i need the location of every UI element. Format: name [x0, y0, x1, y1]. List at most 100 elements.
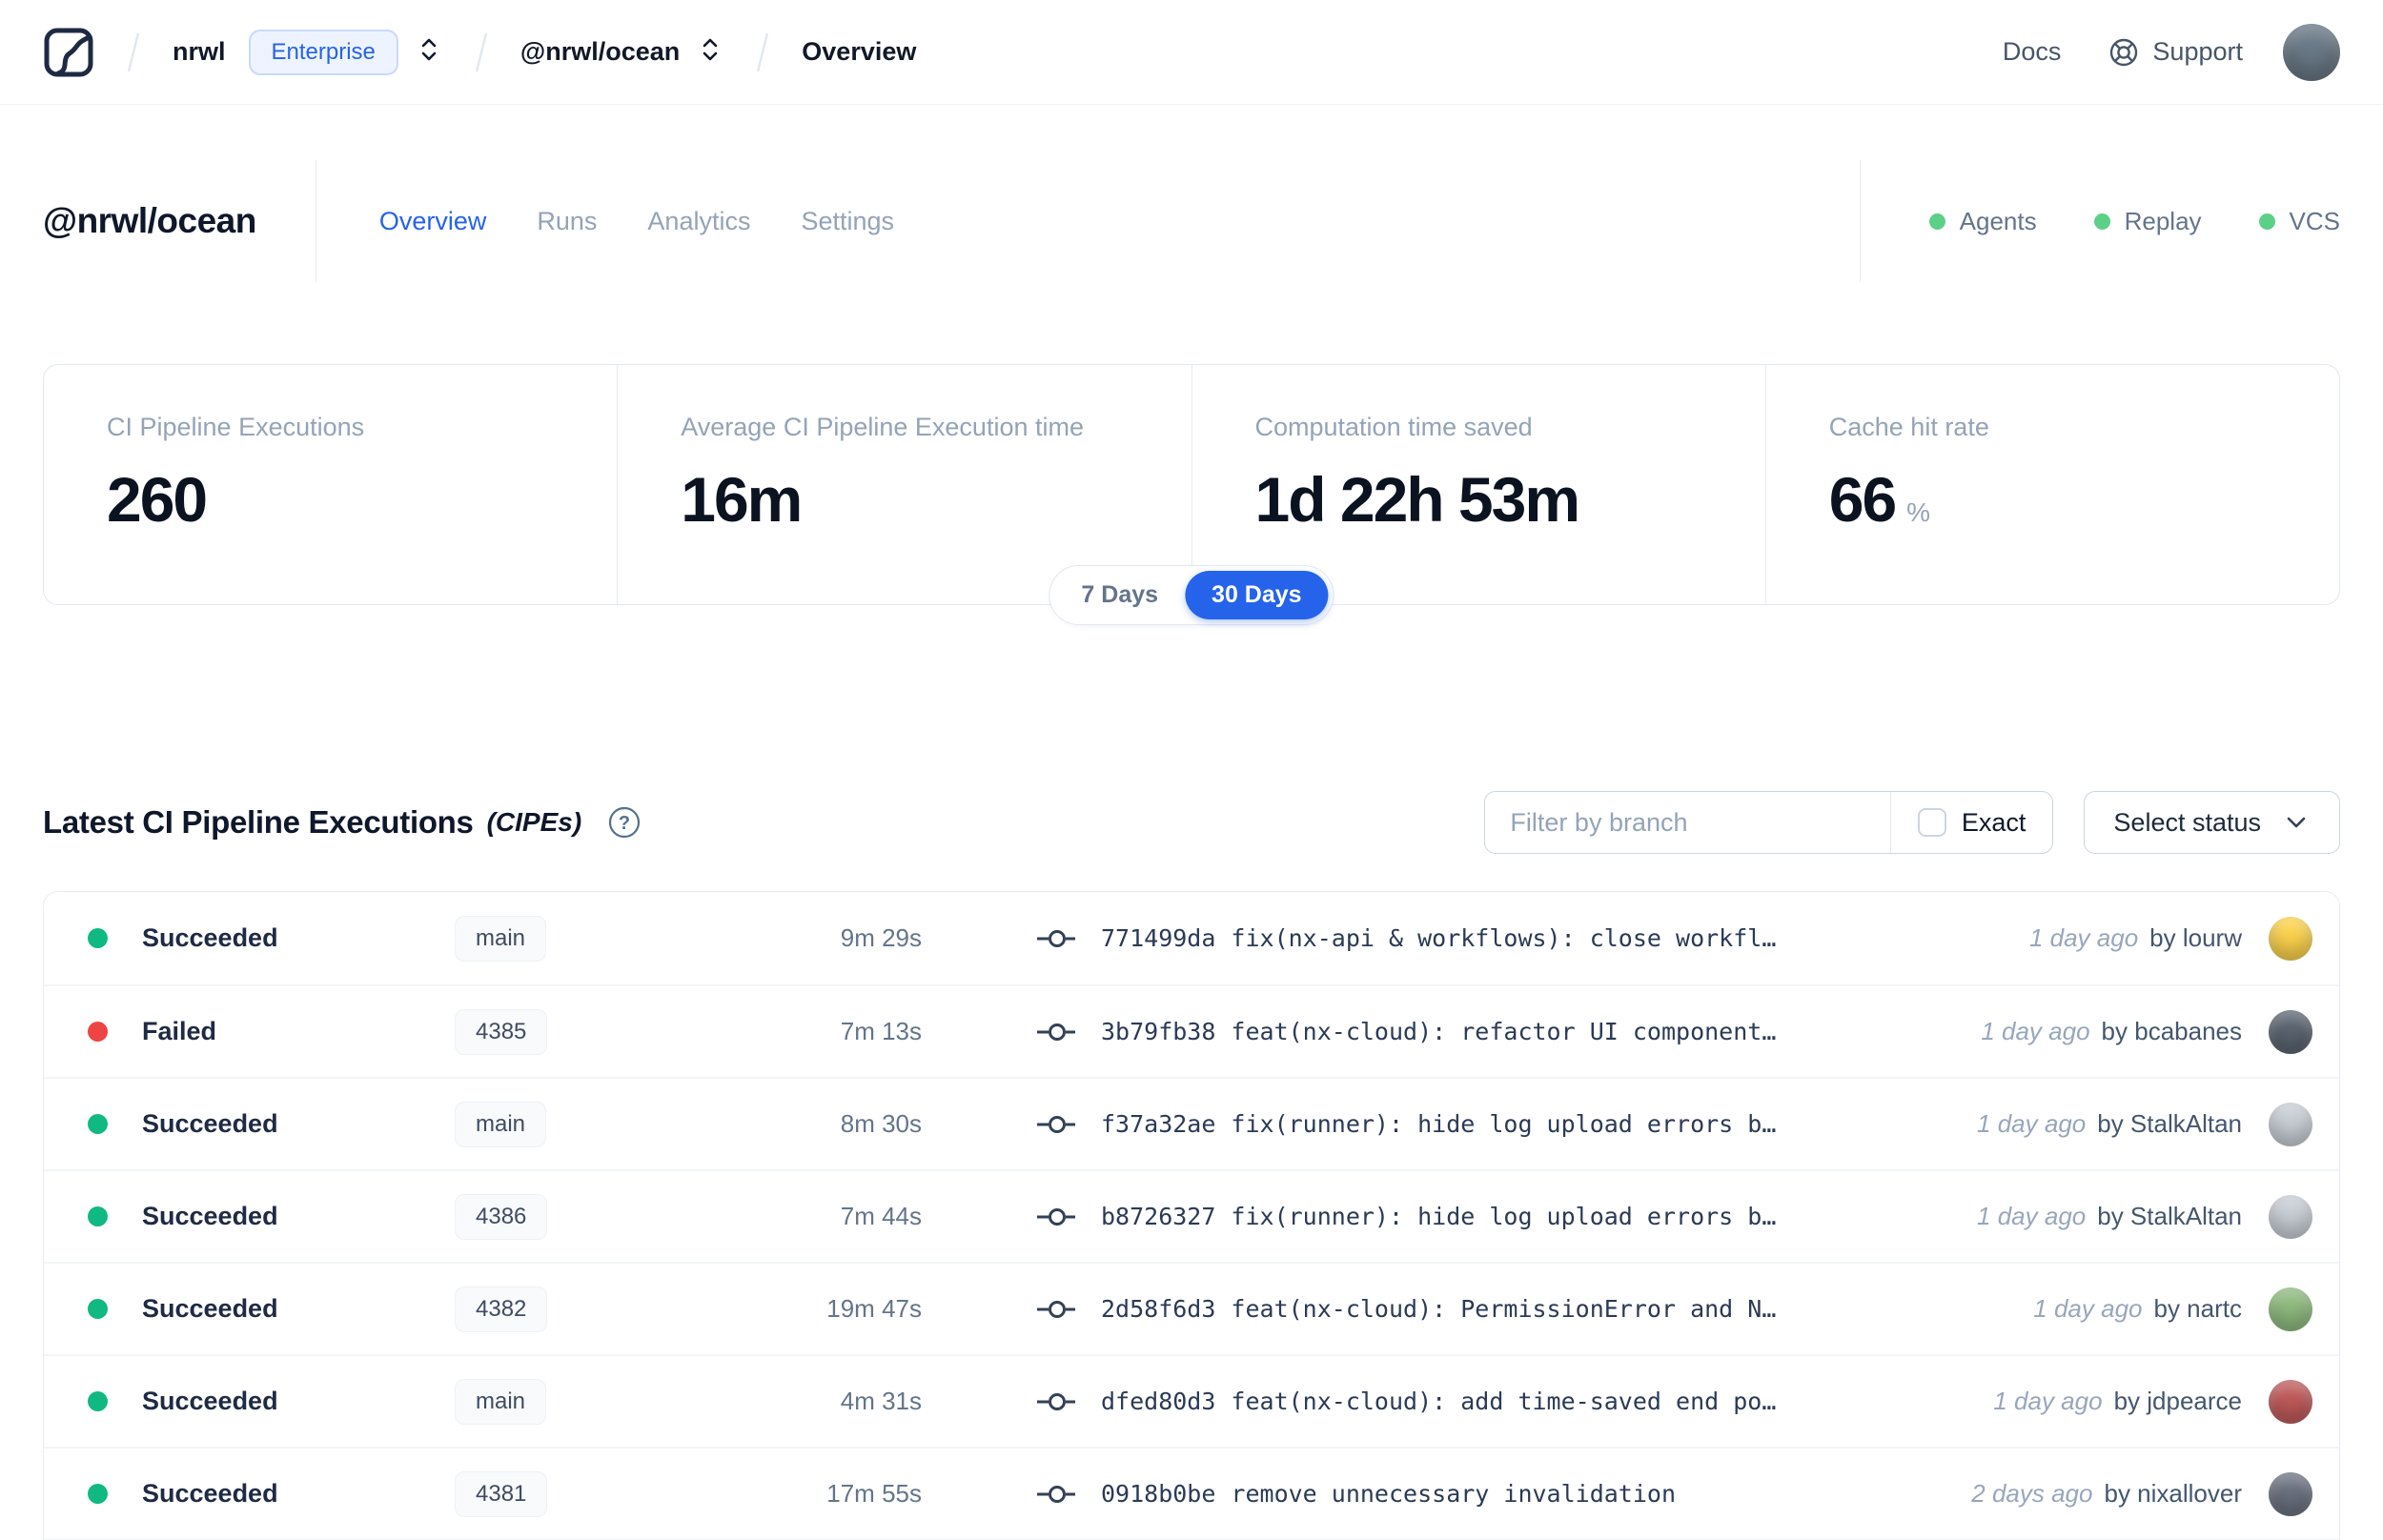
- enterprise-badge: Enterprise: [248, 29, 398, 75]
- support-link[interactable]: Support: [2107, 35, 2243, 70]
- period-30-days-button[interactable]: 30 Days: [1185, 571, 1329, 619]
- commit-text: 2d58f6d3 feat(nx-cloud): PermissionError …: [1101, 1295, 1776, 1323]
- main-content: @nrwl/ocean Overview Runs Analytics Sett…: [0, 160, 2383, 1540]
- org-switcher-chevrons-icon[interactable]: [416, 35, 442, 69]
- cipe-row[interactable]: Succeeded 4386 7m 44s b8726327 fix(runner…: [44, 1169, 2339, 1262]
- commit-time: 1 day ago: [1977, 1202, 2087, 1230]
- commit-author[interactable]: by StalkAltan: [2097, 1202, 2242, 1231]
- status-dot-icon: [88, 1484, 108, 1504]
- cipe-row[interactable]: Succeeded 4382 19m 47s 2d58f6d3 feat(nx-c…: [44, 1262, 2339, 1354]
- commit-hash: b8726327: [1101, 1203, 1216, 1230]
- user-avatar[interactable]: [2283, 23, 2340, 81]
- status-dot-icon: [88, 1391, 108, 1411]
- indicator-agents[interactable]: Agents: [1928, 207, 2037, 236]
- status-text: Succeeded: [142, 923, 278, 952]
- tab-overview[interactable]: Overview: [379, 207, 487, 236]
- cipe-row[interactable]: Succeeded main 4m 31s dfed80d3 feat(nx-cl…: [44, 1354, 2339, 1447]
- cipe-table: Succeeded main 9m 29s 771499da fix(nx-api…: [43, 891, 2340, 1540]
- status-text: Succeeded: [142, 1387, 278, 1415]
- cipe-section-title: Latest CI Pipeline Executions: [43, 804, 474, 840]
- status-indicators: Agents Replay VCS: [1928, 207, 2340, 236]
- branch-filter-input[interactable]: [1485, 792, 1890, 853]
- indicators-divider: [1859, 160, 1861, 282]
- exact-checkbox[interactable]: [1917, 808, 1946, 837]
- commit-hash: dfed80d3: [1101, 1388, 1216, 1415]
- status-cell: Succeeded: [88, 1202, 455, 1231]
- stat-label: Cache hit rate: [1828, 413, 1989, 441]
- commit-text: 3b79fb38 feat(nx-cloud): refactor UI comp…: [1101, 1018, 1776, 1045]
- status-cell: Succeeded: [88, 1479, 455, 1509]
- row-avatar[interactable]: [2269, 1379, 2312, 1424]
- commit-message: feat(nx-cloud): add time-saved end po…: [1231, 1388, 1777, 1415]
- tab-settings[interactable]: Settings: [801, 207, 894, 236]
- commit-text: 0918b0be remove unnecessary invalidation: [1101, 1480, 1676, 1508]
- stat-card-executions: CI Pipeline Executions 260: [44, 365, 617, 604]
- indicator-replay[interactable]: Replay: [2093, 207, 2202, 236]
- cipe-filters: Exact Select status: [1484, 791, 2340, 854]
- row-avatar[interactable]: [2269, 1471, 2312, 1516]
- row-avatar[interactable]: [2269, 916, 2312, 961]
- select-status-label: Select status: [2113, 807, 2261, 837]
- commit-author[interactable]: by nartc: [2154, 1294, 2243, 1324]
- indicator-vcs[interactable]: VCS: [2258, 207, 2340, 236]
- branch-badge: 4385: [455, 1008, 548, 1055]
- branch-cell: main: [455, 1378, 741, 1425]
- commit-author[interactable]: by nixallover: [2104, 1479, 2242, 1509]
- status-cell: Succeeded: [88, 923, 455, 953]
- branch-badge: main: [455, 915, 547, 962]
- navbar-actions: Docs Support: [2003, 23, 2340, 81]
- workspace-switcher-chevrons-icon[interactable]: [697, 35, 723, 69]
- meta-cell: 1 day ago by StalkAltan: [1977, 1194, 2312, 1239]
- commit-cell: 3b79fb38 feat(nx-cloud): refactor UI comp…: [922, 1018, 1943, 1045]
- cipe-row[interactable]: Failed 4385 7m 13s 3b79fb38 feat(nx-cloud…: [44, 984, 2339, 1077]
- row-avatar[interactable]: [2269, 1194, 2312, 1239]
- commit-text: dfed80d3 feat(nx-cloud): add time-saved e…: [1101, 1388, 1776, 1415]
- commit-cell: dfed80d3 feat(nx-cloud): add time-saved e…: [922, 1388, 1955, 1415]
- cipe-row[interactable]: Succeeded 4381 17m 55s 0918b0be remove un…: [44, 1447, 2339, 1539]
- commit-time: 1 day ago: [2033, 1294, 2143, 1323]
- commit-author[interactable]: by bcabanes: [2102, 1017, 2242, 1046]
- stat-unit: %: [1906, 497, 1931, 527]
- meta-cell: 1 day ago by lourw: [2028, 916, 2312, 961]
- select-status-dropdown[interactable]: Select status: [2084, 791, 2340, 854]
- branch-badge: main: [455, 1378, 547, 1425]
- commit-time: 1 day ago: [2028, 923, 2139, 952]
- cipe-section: Latest CI Pipeline Executions (CIPEs) ? …: [43, 791, 2340, 1540]
- docs-link[interactable]: Docs: [2003, 37, 2062, 67]
- commit-message: remove unnecessary invalidation: [1231, 1480, 1677, 1508]
- breadcrumb-slash-icon: [757, 32, 769, 71]
- commit-author[interactable]: by lourw: [2149, 923, 2242, 953]
- duration-text: 4m 31s: [840, 1387, 922, 1415]
- stat-value: 1d 22h 53m: [1254, 464, 1581, 535]
- meta-cell: 1 day ago by bcabanes: [1981, 1009, 2312, 1054]
- row-avatar[interactable]: [2269, 1009, 2312, 1054]
- help-icon[interactable]: ?: [606, 804, 642, 841]
- green-dot-icon: [1928, 213, 1945, 230]
- nx-cloud-logo-icon[interactable]: [43, 27, 94, 78]
- cipe-row[interactable]: Succeeded main 9m 29s 771499da fix(nx-api…: [44, 892, 2339, 984]
- commit-message: fix(nx-api & workflows): close workfl…: [1231, 924, 1777, 952]
- status-text: Succeeded: [142, 1109, 278, 1138]
- row-avatar[interactable]: [2269, 1102, 2312, 1146]
- commit-author[interactable]: by StalkAltan: [2097, 1109, 2242, 1139]
- meta-cell: 2 days ago by nixallover: [1971, 1471, 2312, 1516]
- stat-card-cache-hit: Cache hit rate 66%: [1764, 365, 2339, 604]
- breadcrumb-workspace[interactable]: @nrwl/ocean: [520, 37, 680, 67]
- branch-badge: 4386: [455, 1193, 548, 1240]
- status-dot-icon: [88, 1022, 108, 1042]
- cipe-row[interactable]: Succeeded main 8m 30s f37a32ae fix(runner…: [44, 1077, 2339, 1169]
- exact-checkbox-wrap[interactable]: Exact: [1891, 792, 2053, 853]
- breadcrumb-org[interactable]: nrwl: [173, 37, 226, 67]
- period-7-days-button[interactable]: 7 Days: [1054, 571, 1185, 619]
- row-avatar[interactable]: [2269, 1287, 2312, 1331]
- breadcrumb-slash-icon: [475, 32, 488, 71]
- stat-value: 260: [107, 464, 208, 535]
- commit-time: 1 day ago: [1977, 1109, 2087, 1138]
- tab-runs[interactable]: Runs: [537, 207, 597, 236]
- tab-analytics[interactable]: Analytics: [647, 207, 750, 236]
- commit-message: fix(runner): hide log upload errors b…: [1231, 1110, 1777, 1138]
- commit-message: feat(nx-cloud): PermissionError and N…: [1231, 1295, 1777, 1323]
- commit-author[interactable]: by jdpearce: [2114, 1387, 2242, 1416]
- status-dot-icon: [88, 1114, 108, 1134]
- branch-cell: 4386: [455, 1193, 741, 1240]
